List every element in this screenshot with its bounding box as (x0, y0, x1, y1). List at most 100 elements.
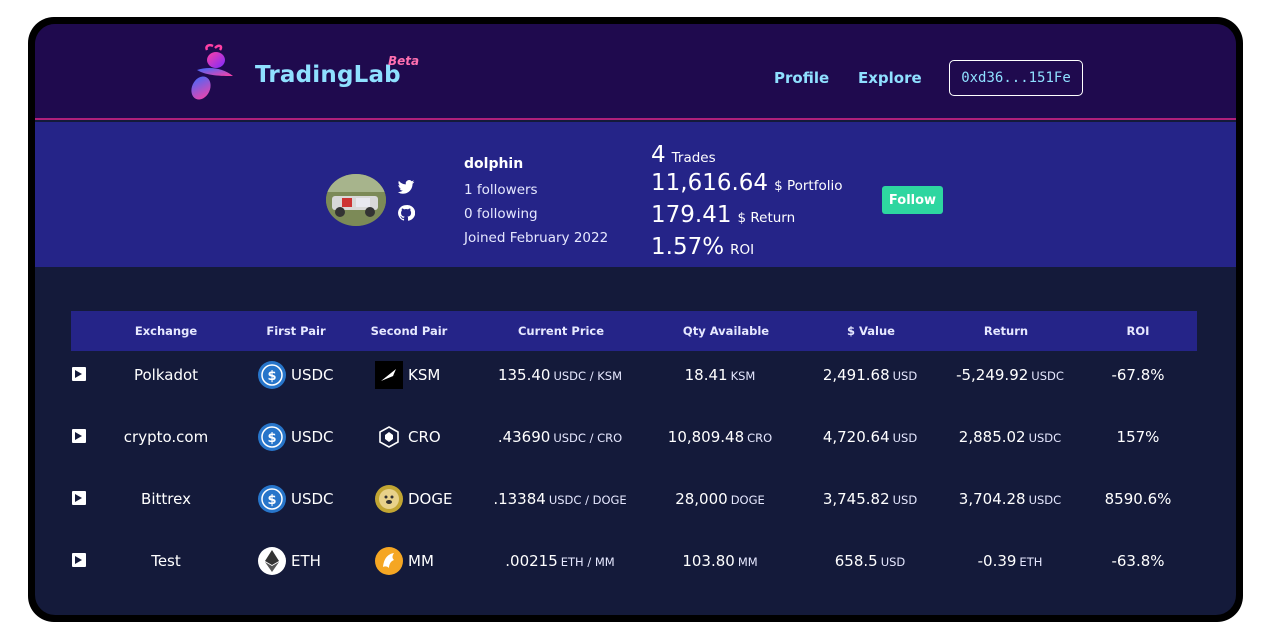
cro-icon (376, 424, 402, 450)
second-pair[interactable]: DOGE (374, 479, 452, 519)
app-screen: TradingLab Beta Profile Explore 0xd36...… (35, 24, 1236, 615)
column-header-return[interactable]: Return (951, 311, 1061, 351)
tradinglab-logo-icon[interactable] (183, 42, 239, 104)
usd-value-amount: 4,720.64 (822, 428, 890, 446)
return-amount: 3,704.28 (958, 490, 1026, 508)
current-price: .00215 ETH / MM (465, 541, 655, 581)
usd-value-amount: 658.5 (834, 552, 878, 570)
return-value: 3,704.28 USDC (930, 479, 1090, 519)
usdc-icon: $ (258, 361, 286, 389)
first-pair[interactable]: $ USDC (257, 417, 334, 457)
column-header-roi[interactable]: ROI (1098, 311, 1178, 351)
first-pair-symbol: ETH (291, 552, 321, 570)
stat-roi-value: 1.57% (651, 234, 725, 260)
exchange-name[interactable]: Polkadot (111, 355, 221, 395)
return-unit: ETH (1019, 555, 1043, 569)
brand-title[interactable]: TradingLab (255, 62, 401, 88)
github-icon[interactable] (397, 204, 415, 222)
stat-roi-label: ROI (730, 242, 755, 258)
twitter-icon[interactable] (397, 178, 415, 196)
table-row[interactable]: Polkadot $ USDC KSM 135.40 USDC / KSM 18.41 KSM… (35, 355, 1236, 395)
column-header-current-price[interactable]: Current Price (496, 311, 626, 351)
usd-value-unit: USD (880, 555, 906, 569)
exchange-name[interactable]: Test (111, 541, 221, 581)
stat-return-label: $ Return (737, 210, 796, 226)
stat-trades-value: 4 (651, 142, 666, 168)
stat-portfolio-value: 11,616.64 (651, 170, 769, 196)
top-navbar: TradingLab Beta Profile Explore 0xd36...… (35, 24, 1236, 120)
usd-value-unit: USD (892, 493, 918, 507)
usd-value: 2,491.68 USD (795, 355, 945, 395)
column-header-qty-available[interactable]: Qty Available (661, 311, 791, 351)
current-price: .43690 USDC / CRO (465, 417, 655, 457)
ksm-icon (375, 361, 403, 389)
first-pair[interactable]: ETH (257, 541, 321, 581)
nav-explore-link[interactable]: Explore (858, 69, 922, 87)
qty-available: 28,000 DOGE (635, 479, 805, 519)
followers-count[interactable]: 1 followers (464, 182, 538, 198)
usd-value: 3,745.82 USD (795, 479, 945, 519)
stat-return-value: 179.41 (651, 202, 732, 228)
column-header-value[interactable]: $ Value (816, 311, 926, 351)
exchange-name[interactable]: Bittrex (111, 479, 221, 519)
device-frame: TradingLab Beta Profile Explore 0xd36...… (28, 17, 1243, 622)
table-row[interactable]: crypto.com $ USDC CRO .43690 USDC / CRO 10,809… (35, 417, 1236, 457)
column-header-exchange[interactable]: Exchange (111, 311, 221, 351)
following-count[interactable]: 0 following (464, 206, 538, 222)
current-price-unit: ETH / MM (560, 555, 615, 569)
return-amount: 2,885.02 (958, 428, 1026, 446)
qty-value: 28,000 (675, 490, 728, 508)
expand-row-icon[interactable] (72, 553, 86, 567)
avatar-image (326, 174, 386, 226)
current-price-unit: USDC / CRO (553, 431, 623, 445)
current-price-unit: USDC / DOGE (548, 493, 627, 507)
expand-row-icon[interactable] (72, 367, 86, 381)
stat-trades: 4 Trades (651, 142, 716, 168)
profile-banner: dolphin 1 followers 0 following Joined F… (35, 122, 1236, 267)
column-header-first-pair[interactable]: First Pair (241, 311, 351, 351)
stat-roi: 1.57% ROI (651, 234, 754, 260)
return-amount: -0.39 (977, 552, 1017, 570)
usd-value-unit: USD (892, 369, 918, 383)
stat-return: 179.41 $ Return (651, 202, 795, 228)
second-pair-symbol: KSM (408, 366, 441, 384)
usd-value-amount: 3,745.82 (822, 490, 890, 508)
qty-value: 18.41 (684, 366, 728, 384)
return-unit: USDC (1028, 493, 1062, 507)
first-pair[interactable]: $ USDC (257, 355, 334, 395)
current-price-value: .43690 (497, 428, 551, 446)
svg-text:$: $ (267, 493, 276, 508)
exchange-name[interactable]: crypto.com (111, 417, 221, 457)
qty-unit: CRO (747, 431, 773, 445)
second-pair-symbol: CRO (408, 428, 441, 446)
roi-value: 8590.6% (1104, 490, 1172, 508)
doge-icon (375, 485, 403, 513)
roi-value: -67.8% (1111, 366, 1165, 384)
stat-portfolio-label: $ Portfolio (774, 178, 843, 194)
expand-row-icon[interactable] (72, 429, 86, 443)
return-value: -0.39 ETH (930, 541, 1090, 581)
beta-badge: Beta (388, 54, 420, 68)
second-pair[interactable]: MM (374, 541, 434, 581)
second-pair[interactable]: KSM (374, 355, 440, 395)
usd-value: 4,720.64 USD (795, 417, 945, 457)
qty-unit: KSM (730, 369, 756, 383)
username[interactable]: dolphin (464, 156, 523, 172)
current-price-value: 135.40 (497, 366, 551, 384)
roi-value: 157% (1116, 428, 1160, 446)
svg-text:$: $ (267, 431, 276, 446)
nav-profile-link[interactable]: Profile (774, 69, 829, 87)
table-row[interactable]: Bittrex $ USDC DOGE .13384 USDC / DOGE 28,000 D… (35, 479, 1236, 519)
follow-button[interactable]: Follow (882, 186, 943, 214)
qty-value: 103.80 (682, 552, 735, 570)
qty-available: 18.41 KSM (635, 355, 805, 395)
first-pair[interactable]: $ USDC (257, 479, 334, 519)
first-pair-symbol: USDC (291, 428, 334, 446)
expand-row-icon[interactable] (72, 491, 86, 505)
svg-text:$: $ (267, 369, 276, 384)
column-header-second-pair[interactable]: Second Pair (354, 311, 464, 351)
second-pair[interactable]: CRO (374, 417, 441, 457)
table-row[interactable]: Test ETH MM .00215 ETH / MM 103.80 MM 658.5 USD -… (35, 541, 1236, 581)
qty-value: 10,809.48 (667, 428, 745, 446)
wallet-address-button[interactable]: 0xd36...151Fe (949, 60, 1083, 96)
